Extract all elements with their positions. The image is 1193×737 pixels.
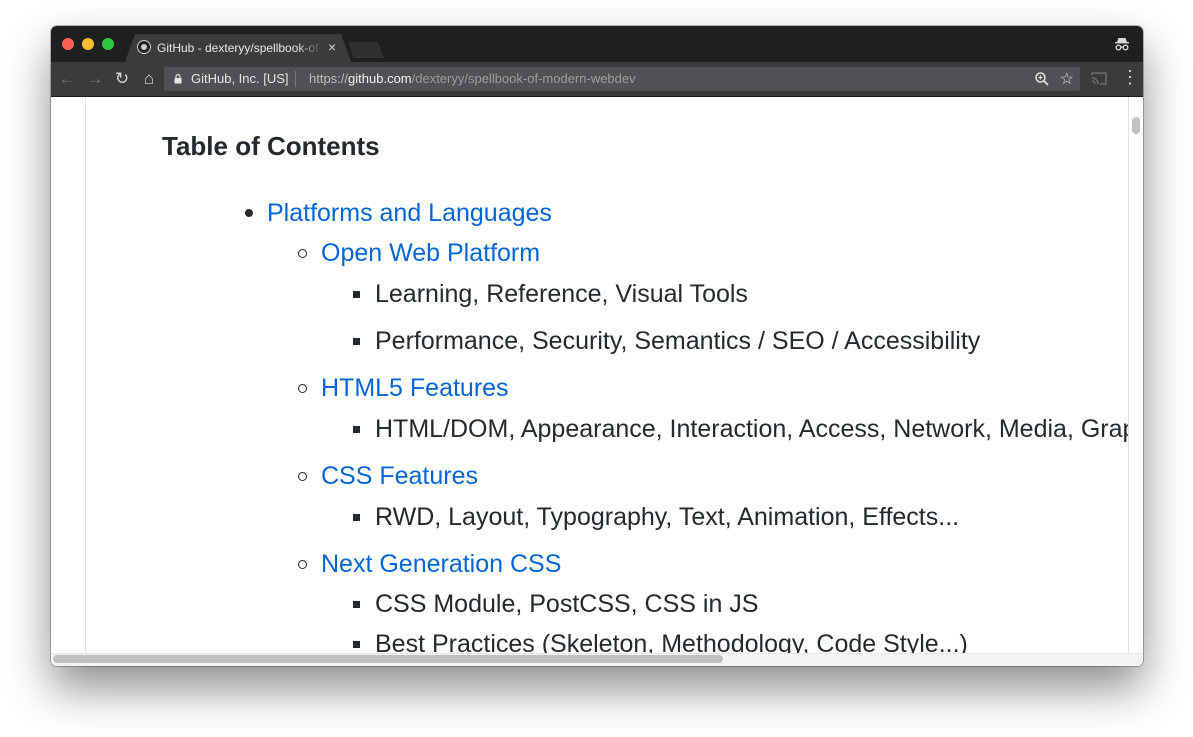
content-border-right	[1128, 97, 1129, 653]
page-viewport: Table of Contents Platforms and Language…	[51, 97, 1143, 666]
toc-link[interactable]: Platforms and Languages	[267, 196, 552, 230]
bullet-circle-icon	[298, 472, 307, 481]
reload-button[interactable]: ↻	[112, 69, 132, 89]
browser-toolbar: ← → ↻ ⌂ GitHub, Inc. [US] https://github…	[51, 62, 1143, 97]
readme-content: Table of Contents Platforms and Language…	[162, 97, 1128, 653]
toc-link[interactable]: CSS Features	[321, 459, 478, 493]
address-bar[interactable]: GitHub, Inc. [US] https://github.com/dex…	[164, 67, 1080, 91]
toc-text: Best Practices (Skeleton, Methodology, C…	[375, 630, 968, 653]
toc-text: CSS Module, PostCSS, CSS in JS	[375, 590, 759, 618]
tab-bar: GitHub - dexteryy/spellbook-of-modern-we…	[51, 26, 1143, 62]
bullet-square-icon	[353, 426, 360, 433]
url-host: github.com	[348, 71, 412, 86]
content-border-left	[85, 97, 86, 653]
toc-link[interactable]: HTML5 Features	[321, 371, 509, 405]
tab-active[interactable]: GitHub - dexteryy/spellbook-of-modern-we…	[125, 34, 351, 62]
browser-window: GitHub - dexteryy/spellbook-of-modern-we…	[51, 26, 1143, 666]
lock-icon	[174, 74, 182, 84]
home-button[interactable]: ⌂	[139, 69, 159, 89]
new-tab-button[interactable]	[348, 42, 384, 58]
zoom-window-button[interactable]	[102, 38, 114, 50]
cast-icon[interactable]	[1091, 71, 1107, 85]
back-button[interactable]: ←	[57, 69, 77, 89]
toc-text: HTML/DOM, Appearance, Interaction, Acces…	[375, 415, 1128, 443]
bullet-square-icon	[353, 291, 360, 298]
bullet-disc-icon	[245, 209, 253, 217]
star-icon[interactable]: ☆	[1060, 69, 1074, 89]
toc-text: Performance, Security, Semantics / SEO /…	[375, 327, 981, 355]
bullet-square-icon	[353, 514, 360, 521]
url-text[interactable]: https://github.com/dexteryy/spellbook-of…	[309, 71, 636, 87]
bullet-square-icon	[353, 338, 360, 345]
toc-link[interactable]: Next Generation CSS	[321, 547, 561, 581]
toc-text: Learning, Reference, Visual Tools	[375, 280, 748, 308]
tab-close-icon[interactable]: ×	[328, 39, 336, 55]
github-favicon-icon	[137, 40, 151, 54]
bullet-circle-icon	[298, 249, 307, 258]
tab-title: GitHub - dexteryy/spellbook-of-modern-we…	[157, 41, 322, 55]
zoom-icon[interactable]	[1034, 71, 1050, 87]
minimize-window-button[interactable]	[82, 38, 94, 50]
forward-button[interactable]: →	[85, 69, 105, 89]
url-path: /dexteryy/spellbook-of-modern-webdev	[411, 71, 636, 86]
certificate-label[interactable]: GitHub, Inc. [US]	[191, 71, 296, 87]
toc-heading: Table of Contents	[162, 131, 380, 161]
bullet-square-icon	[353, 641, 360, 648]
bullet-square-icon	[353, 601, 360, 608]
toc-link[interactable]: Open Web Platform	[321, 236, 540, 270]
horizontal-scrollbar[interactable]	[53, 655, 723, 663]
toc-text: RWD, Layout, Typography, Text, Animation…	[375, 503, 960, 531]
bullet-circle-icon	[298, 384, 307, 393]
menu-icon[interactable]: ⋮	[1121, 67, 1139, 88]
url-scheme: https://	[309, 71, 349, 86]
incognito-icon	[1115, 38, 1129, 51]
vertical-scrollbar[interactable]	[1132, 117, 1140, 134]
close-window-button[interactable]	[62, 38, 74, 50]
bullet-circle-icon	[298, 560, 307, 569]
